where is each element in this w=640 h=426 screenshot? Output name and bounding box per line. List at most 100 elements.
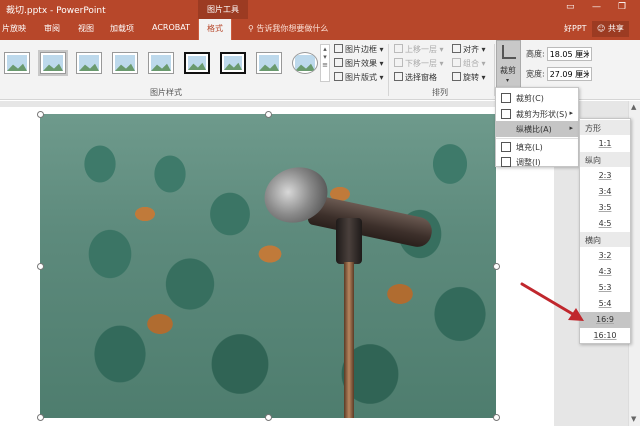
ratio-option[interactable]: 4:3 [580,264,630,280]
menu-item-fill[interactable]: 填充(L) [496,139,578,155]
bring-forward-icon [394,44,403,53]
submenu-arrow-icon: ▸ [569,124,573,132]
ratio-option[interactable]: 3:2 [580,248,630,264]
selection-pane-button[interactable]: 选择窗格 [394,72,437,83]
width-input[interactable] [546,67,592,81]
tell-me-search[interactable]: ⚲ 告诉我你想要做什么 [248,23,328,34]
style-thumbnail[interactable] [4,52,30,74]
tell-me-text: 告诉我你想要做什么 [256,24,329,33]
crop-icon [502,45,516,59]
align-icon [452,44,461,53]
menu-item-fit[interactable]: 调整(I) [496,154,578,170]
submenu-arrow-icon: ▸ [569,109,573,117]
ribbon-display-icon[interactable]: ▭ [566,2,575,12]
menu-item-aspect-ratio[interactable]: 纵横比(A) ▸ [496,121,578,137]
tab-review[interactable]: 审阅 [44,23,60,34]
picture-layout-label: 图片版式 [345,73,377,82]
gallery-scroll[interactable]: ▴ ▾ ≡ [320,44,330,82]
selection-pane-label: 选择窗格 [405,73,437,82]
menu-item-crop[interactable]: 裁剪(C) [496,90,578,106]
style-thumbnail[interactable] [256,52,282,74]
menu-item-crop-label: 裁剪(C) [516,94,544,103]
group-divider [388,44,389,96]
style-thumbnail[interactable] [220,52,246,74]
minimize-icon[interactable]: — [592,2,601,12]
rotate-label: 旋转 [463,73,479,82]
menu-item-crop-to-shape[interactable]: 裁剪为形状(S) ▸ [496,106,578,122]
shape-icon [501,109,511,119]
ratio-option[interactable]: 1:1 [580,136,630,152]
scroll-down-icon[interactable]: ▼ [631,415,636,423]
style-thumbnail[interactable] [292,52,318,74]
chevron-down-icon: ▾ [506,77,510,84]
picture-border-label: 图片边框 [345,45,377,54]
microphone-stand [344,262,354,418]
style-thumbnail[interactable] [184,52,210,74]
resize-handle[interactable] [37,414,44,421]
picture-layout-button[interactable]: 图片版式 ▾ [334,72,384,83]
picture-styles-group-label: 图片样式 [150,88,182,97]
resize-handle[interactable] [37,111,44,118]
group-button[interactable]: 组合 ▾ [452,58,486,69]
tab-slideshow[interactable]: 片放映 [2,23,26,34]
section-header-square: 方形 [580,120,630,135]
send-backward-label: 下移一层 [405,59,437,68]
group-label: 组合 [463,59,479,68]
height-input[interactable] [546,47,592,61]
share-button[interactable]: ☺ 共享 [592,21,629,37]
ratio-option[interactable]: 3:5 [580,200,630,216]
menu-item-fit-label: 调整(I) [516,158,541,167]
picture-border-button[interactable]: 图片边框 ▾ [334,44,384,55]
style-thumbnail[interactable] [148,52,174,74]
ratio-option[interactable]: 3:4 [580,184,630,200]
section-header-landscape: 横向 [580,232,630,247]
ribbon-tabs: 片放映 审阅 视图 加载项 ACROBAT 格式 ⚲ 告诉我你想要做什么 好PP… [0,19,640,40]
title-bar: 裁切.pptx - PowerPoint 图片工具 ▭ — ❐ [0,0,640,19]
bring-forward-label: 上移一层 [405,45,437,54]
scroll-up-icon[interactable]: ▲ [631,103,636,111]
style-thumbnail[interactable] [76,52,102,74]
resize-handle[interactable] [37,263,44,270]
menu-item-crop-to-shape-label: 裁剪为形状(S) [516,110,568,119]
annotation-arrow-icon [520,282,584,321]
height-label: 高度: [526,49,545,59]
tab-acrobat[interactable]: ACROBAT [152,23,190,32]
menu-item-fill-label: 填充(L) [516,143,543,152]
restore-icon[interactable]: ❐ [618,2,626,12]
tab-format[interactable]: 格式 [198,19,232,40]
crop-label: 裁剪 [500,66,516,75]
rotate-button[interactable]: 旋转 ▾ [452,72,486,83]
style-thumbnail[interactable] [112,52,138,74]
send-backward-button[interactable]: 下移一层 ▾ [394,58,444,69]
user-name[interactable]: 好PPT [564,23,587,34]
border-icon [334,44,343,53]
picture-tools-context-label: 图片工具 [198,0,248,19]
picture-effects-label: 图片效果 [345,59,377,68]
resize-handle[interactable] [493,263,500,270]
crop-dropdown-menu: 裁剪(C) 裁剪为形状(S) ▸ 纵横比(A) ▸ 填充(L) 调整(I) [495,87,579,167]
tab-addins[interactable]: 加载项 [110,23,134,34]
style-thumbnail[interactable] [38,50,68,76]
share-label: 共享 [607,24,624,33]
ratio-option[interactable]: 16:10 [580,328,630,344]
fill-icon [501,142,511,152]
crop-icon [501,93,511,103]
picture-styles-gallery [0,44,320,84]
ratio-option[interactable]: 4:5 [580,216,630,232]
group-icon [452,58,461,67]
crop-button[interactable]: 裁剪 ▾ [496,40,521,88]
resize-handle[interactable] [493,414,500,421]
picture-effects-button[interactable]: 图片效果 ▾ [334,58,384,69]
ratio-option[interactable]: 2:3 [580,168,630,184]
resize-handle[interactable] [265,111,272,118]
menu-item-aspect-ratio-label: 纵横比(A) [516,125,552,134]
layout-icon [334,72,343,81]
arrange-group-label: 排列 [432,88,448,97]
rotate-icon [452,72,461,81]
align-button[interactable]: 对齐 ▾ [452,44,486,55]
bring-forward-button[interactable]: 上移一层 ▾ [394,44,444,55]
tab-view[interactable]: 视图 [78,23,94,34]
microphone-body [306,194,435,250]
resize-handle[interactable] [265,414,272,421]
selected-picture[interactable] [40,114,496,418]
